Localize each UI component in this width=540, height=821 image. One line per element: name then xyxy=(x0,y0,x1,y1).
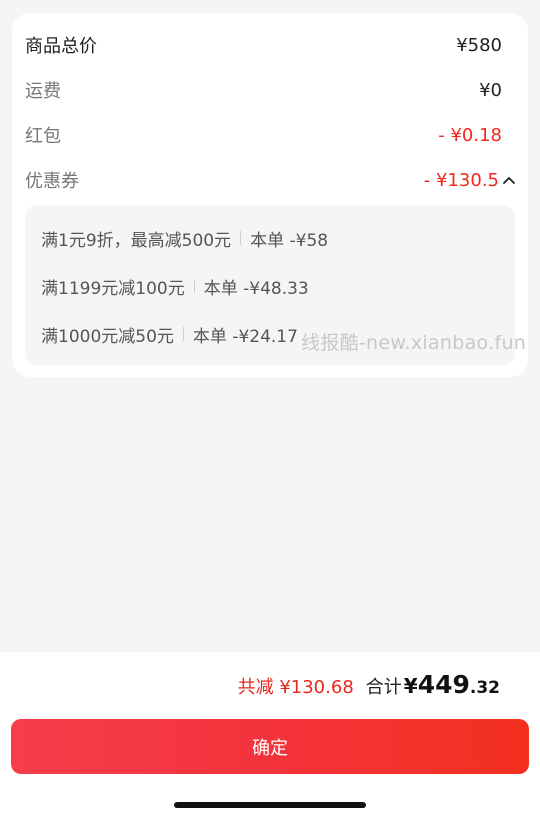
total-summary: 共减 ¥130.68 合计 ¥ 449 .32 xyxy=(238,670,500,704)
goods-total-row: 商品总价 ¥580 xyxy=(25,30,502,60)
total-saved: 共减 ¥130.68 xyxy=(237,677,354,698)
redpacket-row: 红包 - ¥0.18 xyxy=(25,120,502,150)
shipping-row: 运费 ¥0 xyxy=(25,75,502,105)
total-integer: 449 xyxy=(417,670,470,699)
shipping-value: ¥0 xyxy=(479,79,502,101)
goods-total-label: 商品总价 xyxy=(25,36,97,57)
coupon-label: 优惠券 xyxy=(25,171,79,192)
coupon-item: 满1000元减50元 本单 -¥24.17 xyxy=(41,322,298,347)
confirm-button[interactable]: 确定 xyxy=(11,719,529,774)
chevron-up-icon[interactable] xyxy=(502,173,516,187)
divider xyxy=(193,279,195,293)
coupon-condition: 满1199元减100元 xyxy=(41,278,185,299)
coupon-row[interactable]: 优惠券 - ¥130.5 xyxy=(25,165,516,195)
coupon-saving: 本单 -¥58 xyxy=(250,230,329,251)
redpacket-label: 红包 xyxy=(25,126,61,147)
coupon-toggle[interactable]: - ¥130.5 xyxy=(424,170,516,191)
coupon-item: 满1199元减100元 本单 -¥48.33 xyxy=(41,274,309,299)
watermark: 线报酷-new.xianbao.fun xyxy=(301,332,527,354)
coupon-item: 满1元9折，最高减500元 本单 -¥58 xyxy=(41,226,329,251)
checkout-bar: 共减 ¥130.68 合计 ¥ 449 .32 确定 xyxy=(0,652,540,821)
price-detail-card: 商品总价 ¥580 运费 ¥0 红包 - ¥0.18 优惠券 - ¥130.5 … xyxy=(12,13,528,377)
total-decimal: .32 xyxy=(469,678,500,698)
coupon-condition: 满1元9折，最高减500元 xyxy=(41,230,232,251)
divider xyxy=(182,327,184,341)
coupon-value: - ¥130.5 xyxy=(423,169,499,191)
goods-total-value: ¥580 xyxy=(456,34,502,56)
total-label: 合计 xyxy=(365,677,402,698)
home-indicator xyxy=(174,802,366,808)
coupon-saving: 本单 -¥24.17 xyxy=(192,326,298,347)
coupon-condition: 满1000元减50元 xyxy=(41,326,174,347)
divider xyxy=(240,231,242,245)
total-currency: ¥ xyxy=(403,674,418,698)
redpacket-value: - ¥0.18 xyxy=(438,124,502,146)
shipping-label: 运费 xyxy=(25,81,61,102)
coupon-saving: 本单 -¥48.33 xyxy=(203,278,309,299)
